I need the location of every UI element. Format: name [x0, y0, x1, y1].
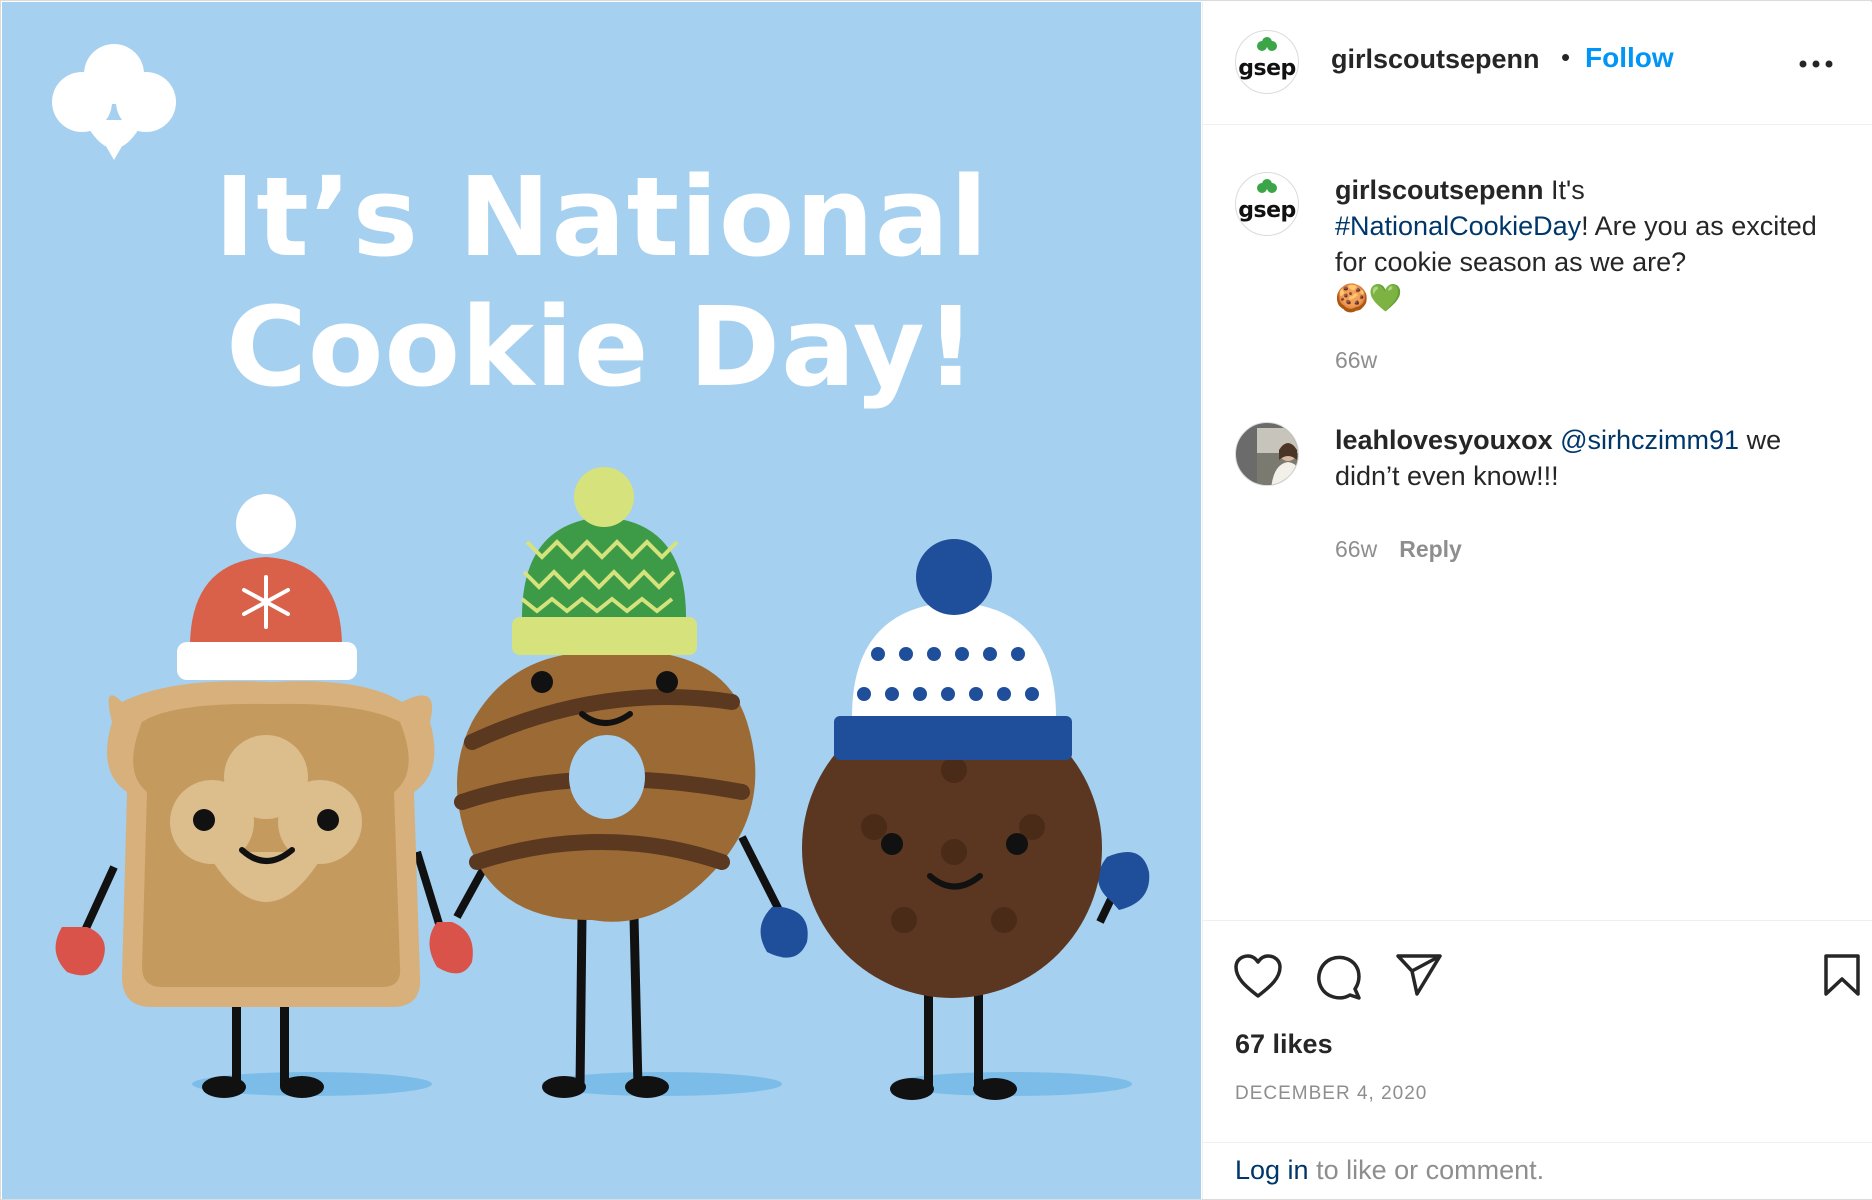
hashtag-link[interactable]: #NationalCookieDay: [1335, 211, 1581, 241]
comment-meta: 66w Reply: [1335, 536, 1462, 563]
author-avatar[interactable]: gsep: [1235, 30, 1299, 94]
heart-icon[interactable]: [1233, 953, 1283, 999]
login-rest-text: to like or comment.: [1308, 1155, 1545, 1185]
likes-count[interactable]: 67 likes: [1235, 1029, 1333, 1060]
bookmark-icon[interactable]: [1823, 953, 1861, 997]
caption-emojis: 🍪💚: [1335, 283, 1403, 313]
post-actions: 67 likes DECEMBER 4, 2020: [1203, 920, 1872, 1143]
share-icon[interactable]: [1395, 953, 1443, 997]
comment-age[interactable]: 66w: [1335, 536, 1377, 562]
post-date[interactable]: DECEMBER 4, 2020: [1235, 1083, 1427, 1105]
comment-text: leahlovesyouxox @sirhczimm91 we didn’t e…: [1335, 422, 1835, 494]
toast-character: [55, 494, 473, 1098]
post-header: gsep girlscoutsepenn • Follow: [1203, 2, 1872, 125]
comment-username[interactable]: leahlovesyouxox: [1335, 425, 1553, 455]
donut-character: [453, 467, 808, 1098]
headline-line1: It’s National: [214, 153, 989, 281]
caption-text-before: It's: [1543, 175, 1585, 205]
login-prompt: Log in to like or comment.: [1235, 1155, 1544, 1186]
commenter-avatar[interactable]: [1235, 422, 1299, 486]
mention-link[interactable]: @sirhczimm91: [1560, 425, 1739, 455]
caption-text: girlscoutsepenn It's #NationalCookieDay!…: [1335, 172, 1835, 316]
trefoil-logo-icon: [1257, 179, 1277, 193]
post-details-panel: gsep girlscoutsepenn • Follow gsep girls…: [1202, 2, 1872, 1199]
post-image[interactable]: It’s National Cookie Day!: [2, 2, 1201, 1199]
caption-avatar[interactable]: gsep: [1235, 172, 1299, 236]
more-options-icon[interactable]: [1799, 60, 1833, 68]
comments-list: gsep girlscoutsepenn It's #NationalCooki…: [1203, 124, 1872, 919]
headline-line2: Cookie Day!: [226, 283, 977, 411]
reply-button[interactable]: Reply: [1399, 536, 1462, 562]
avatar-logo-text: gsep: [1238, 56, 1296, 81]
login-bar: Log in to like or comment.: [1203, 1142, 1872, 1200]
header-separator: •: [1561, 42, 1571, 72]
caption-age[interactable]: 66w: [1335, 347, 1377, 374]
follow-button[interactable]: Follow: [1585, 42, 1674, 74]
avatar-logo-text: gsep: [1238, 198, 1296, 223]
comment-username[interactable]: girlscoutsepenn: [1335, 175, 1544, 205]
login-link[interactable]: Log in: [1235, 1155, 1309, 1185]
author-username[interactable]: girlscoutsepenn: [1331, 44, 1540, 75]
trefoil-logo-icon: [52, 44, 176, 160]
person-photo-icon: [1257, 428, 1298, 485]
instagram-post-frame: It’s National Cookie Day! gsep girlscout…: [0, 0, 1872, 1200]
comment-icon[interactable]: [1314, 953, 1362, 1001]
trefoil-logo-icon: [1257, 37, 1277, 51]
chocolate-cookie-character: [802, 539, 1150, 1100]
